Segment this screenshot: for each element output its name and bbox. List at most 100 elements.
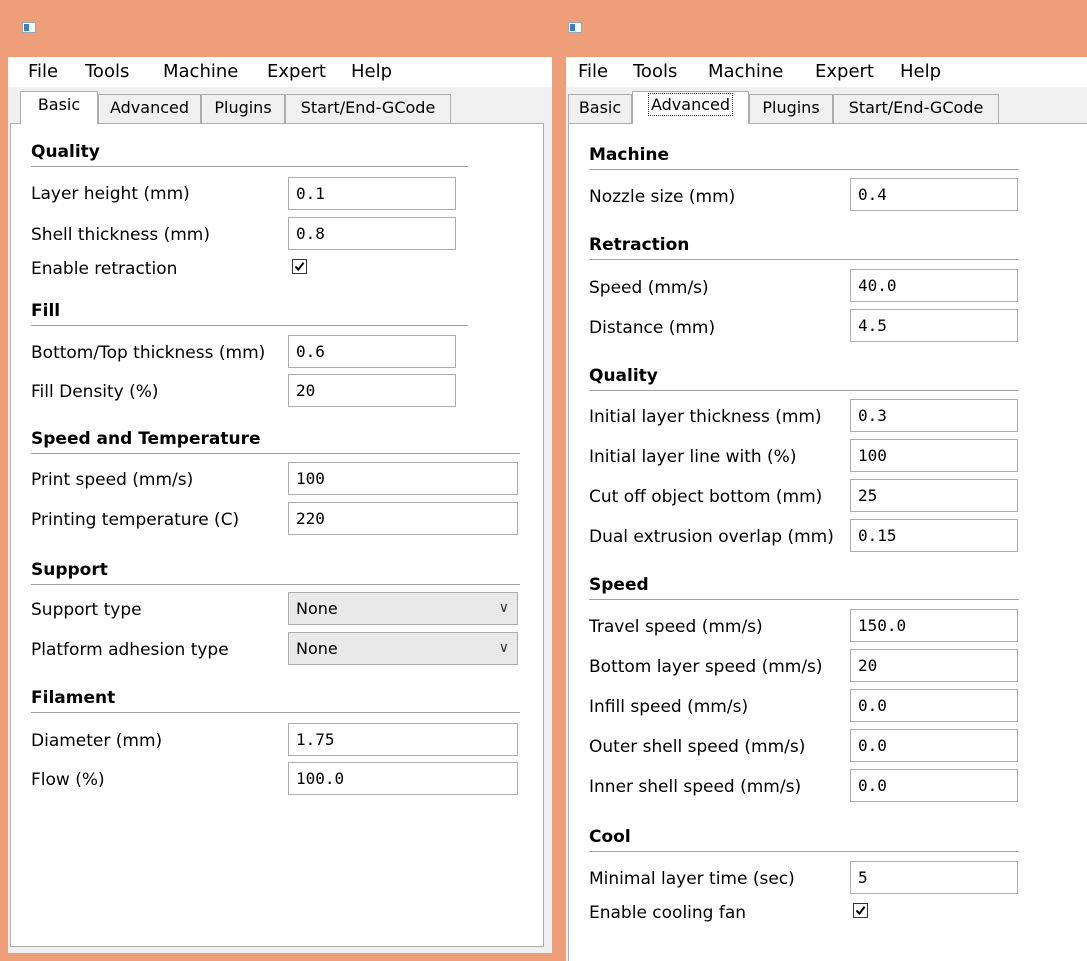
- nozzle-size-label: Nozzle size (mm): [589, 187, 736, 207]
- print-speed-input[interactable]: 100: [288, 462, 518, 495]
- menu-help[interactable]: Help: [351, 61, 392, 83]
- tab-basic-label: Basic: [37, 95, 81, 114]
- tab-gcode-label: Start/End-GCode: [848, 98, 984, 117]
- inner-shell-speed-input[interactable]: 0.0: [850, 769, 1018, 802]
- platform-adhesion-label: Platform adhesion type: [31, 640, 229, 660]
- app-icon: [568, 22, 582, 33]
- platform-adhesion-select[interactable]: None ∨: [288, 632, 518, 665]
- menu-expert[interactable]: Expert: [267, 61, 326, 83]
- tab-advanced-label: Advanced: [109, 98, 190, 117]
- tab-start-end-gcode[interactable]: Start/End-GCode: [285, 94, 451, 123]
- section-divider: [31, 166, 468, 167]
- section-divider: [31, 584, 520, 585]
- section-machine-title: Machine: [589, 145, 670, 165]
- checkmark-icon: [855, 906, 866, 916]
- printing-temperature-input[interactable]: 220: [288, 502, 518, 535]
- advanced-settings-panel: Machine Nozzle size (mm) 0.4 Retraction …: [568, 123, 1087, 961]
- title-bar[interactable]: [558, 0, 1087, 57]
- section-divider: [31, 453, 520, 454]
- inner-shell-speed-label: Inner shell speed (mm/s): [589, 777, 802, 797]
- window-basic: File Tools Machine Expert Help Basic Adv…: [0, 0, 558, 961]
- travel-speed-input[interactable]: 150.0: [850, 609, 1018, 642]
- flow-input[interactable]: 100.0: [288, 762, 518, 795]
- retraction-distance-input[interactable]: 4.5: [850, 309, 1018, 342]
- fill-density-input[interactable]: 20: [288, 374, 456, 407]
- section-support-title: Support: [31, 560, 108, 580]
- printing-temperature-label: Printing temperature (C): [31, 510, 240, 530]
- enable-cooling-fan-label: Enable cooling fan: [589, 903, 747, 923]
- layer-height-input[interactable]: 0.1: [288, 177, 456, 210]
- menu-bar: File Tools Machine Expert Help: [566, 57, 1087, 87]
- window-advanced: File Tools Machine Expert Help Basic Adv…: [558, 0, 1087, 961]
- print-speed-label: Print speed (mm/s): [31, 470, 194, 490]
- tab-basic[interactable]: Basic: [568, 94, 632, 123]
- menu-bar: File Tools Machine Expert Help: [8, 57, 552, 87]
- travel-speed-label: Travel speed (mm/s): [589, 617, 763, 637]
- section-speed-temperature-title: Speed and Temperature: [31, 429, 261, 449]
- tab-plugins-label: Plugins: [214, 98, 272, 117]
- flow-label: Flow (%): [31, 770, 105, 790]
- checkmark-icon: [294, 262, 305, 272]
- shell-thickness-input[interactable]: 0.8: [288, 217, 456, 250]
- section-divider: [589, 169, 1019, 170]
- layer-height-label: Layer height (mm): [31, 184, 190, 204]
- tab-bar: Basic Advanced Plugins Start/End-GCode: [566, 91, 1087, 124]
- menu-machine[interactable]: Machine: [708, 61, 783, 83]
- menu-file[interactable]: File: [578, 61, 608, 83]
- section-cool-title: Cool: [589, 827, 631, 847]
- bottom-layer-speed-input[interactable]: 20: [850, 649, 1018, 682]
- chevron-down-icon: ∨: [498, 640, 509, 656]
- cut-off-object-bottom-label: Cut off object bottom (mm): [589, 487, 823, 507]
- retraction-speed-input[interactable]: 40.0: [850, 269, 1018, 302]
- initial-layer-thickness-input[interactable]: 0.3: [850, 399, 1018, 432]
- dual-extrusion-overlap-label: Dual extrusion overlap (mm): [589, 527, 834, 547]
- support-type-label: Support type: [31, 600, 142, 620]
- menu-file[interactable]: File: [28, 61, 58, 83]
- enable-retraction-checkbox[interactable]: [292, 259, 307, 274]
- initial-layer-line-width-input[interactable]: 100: [850, 439, 1018, 472]
- minimal-layer-time-input[interactable]: 5: [850, 861, 1018, 894]
- section-filament-title: Filament: [31, 688, 116, 708]
- section-divider: [589, 851, 1019, 852]
- support-type-value: None: [296, 599, 338, 618]
- nozzle-size-input[interactable]: 0.4: [850, 178, 1018, 211]
- section-divider: [31, 325, 468, 326]
- initial-layer-line-width-label: Initial layer line with (%): [589, 447, 797, 467]
- initial-layer-thickness-label: Initial layer thickness (mm): [589, 407, 822, 427]
- section-speed-title: Speed: [589, 575, 649, 595]
- app-icon: [22, 22, 36, 33]
- section-divider: [31, 712, 520, 713]
- menu-expert[interactable]: Expert: [815, 61, 874, 83]
- menu-tools[interactable]: Tools: [633, 61, 677, 83]
- tab-plugins[interactable]: Plugins: [749, 94, 833, 123]
- tab-plugins[interactable]: Plugins: [201, 94, 285, 123]
- outer-shell-speed-label: Outer shell speed (mm/s): [589, 737, 806, 757]
- enable-cooling-fan-checkbox[interactable]: [853, 903, 868, 918]
- menu-machine[interactable]: Machine: [163, 61, 238, 83]
- menu-help[interactable]: Help: [900, 61, 941, 83]
- tab-advanced-label: Advanced: [647, 93, 734, 116]
- diameter-label: Diameter (mm): [31, 731, 163, 751]
- tab-start-end-gcode[interactable]: Start/End-GCode: [833, 94, 999, 123]
- fill-density-label: Fill Density (%): [31, 382, 159, 402]
- tab-advanced[interactable]: Advanced: [632, 91, 749, 124]
- bottom-layer-speed-label: Bottom layer speed (mm/s): [589, 657, 823, 677]
- support-type-select[interactable]: None ∨: [288, 592, 518, 625]
- infill-speed-input[interactable]: 0.0: [850, 689, 1018, 722]
- infill-speed-label: Infill speed (mm/s): [589, 697, 749, 717]
- outer-shell-speed-input[interactable]: 0.0: [850, 729, 1018, 762]
- cut-off-object-bottom-input[interactable]: 25: [850, 479, 1018, 512]
- diameter-input[interactable]: 1.75: [288, 723, 518, 756]
- section-quality-title: Quality: [31, 142, 100, 162]
- basic-settings-panel: Quality Layer height (mm) 0.1 Shell thic…: [10, 123, 544, 947]
- enable-retraction-label: Enable retraction: [31, 259, 178, 279]
- dual-extrusion-overlap-input[interactable]: 0.15: [850, 519, 1018, 552]
- tab-advanced[interactable]: Advanced: [98, 94, 201, 123]
- tab-basic[interactable]: Basic: [20, 91, 98, 124]
- shell-thickness-label: Shell thickness (mm): [31, 225, 210, 245]
- section-quality-title: Quality: [589, 366, 658, 386]
- menu-tools[interactable]: Tools: [85, 61, 129, 83]
- bottom-top-thickness-input[interactable]: 0.6: [288, 335, 456, 368]
- platform-adhesion-value: None: [296, 639, 338, 658]
- title-bar[interactable]: [0, 0, 558, 57]
